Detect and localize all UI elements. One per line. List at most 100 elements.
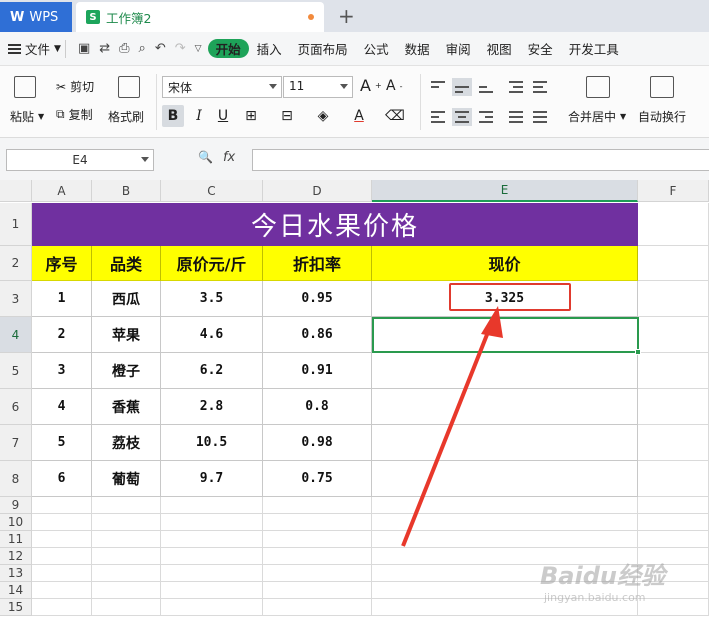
- wps-home-tab[interactable]: W WPS: [0, 2, 72, 32]
- empty-cell[interactable]: [638, 497, 709, 514]
- empty-cell[interactable]: [372, 531, 638, 548]
- undo-icon[interactable]: ↶: [155, 41, 166, 56]
- table-cell[interactable]: [638, 353, 709, 389]
- copy-button[interactable]: ⧉ 复制: [56, 106, 93, 123]
- table-cell[interactable]: 1: [32, 281, 92, 317]
- table-cell[interactable]: 10.5: [161, 425, 263, 461]
- font-size-select[interactable]: 11: [283, 76, 353, 98]
- cell-f1[interactable]: [638, 203, 709, 246]
- table-cell[interactable]: 6: [32, 461, 92, 497]
- select-all-corner[interactable]: [0, 180, 32, 202]
- export-icon[interactable]: ⇄: [99, 41, 110, 56]
- empty-cell[interactable]: [92, 599, 161, 616]
- header-cell[interactable]: 现价: [372, 246, 638, 281]
- italic-button[interactable]: I: [188, 105, 210, 127]
- empty-cell[interactable]: [32, 599, 92, 616]
- align-top-icon[interactable]: [428, 78, 448, 96]
- table-cell[interactable]: [372, 425, 638, 461]
- column-header-b[interactable]: B: [92, 180, 161, 202]
- redo-icon[interactable]: ↷: [175, 41, 186, 56]
- row-header-4[interactable]: 4: [0, 317, 32, 353]
- new-tab-button[interactable]: +: [338, 4, 355, 28]
- empty-cell[interactable]: [263, 497, 372, 514]
- format-painter-icon[interactable]: [118, 76, 140, 98]
- empty-cell[interactable]: [263, 599, 372, 616]
- row-header-12[interactable]: 12: [0, 548, 32, 565]
- distribute-icon[interactable]: [530, 108, 550, 126]
- empty-cell[interactable]: [263, 548, 372, 565]
- cell-style-icon[interactable]: ⊟: [276, 105, 298, 127]
- table-cell[interactable]: 2.8: [161, 389, 263, 425]
- menu-tab-data[interactable]: 数据: [397, 39, 438, 58]
- empty-cell[interactable]: [263, 514, 372, 531]
- column-header-c[interactable]: C: [161, 180, 263, 202]
- header-cell[interactable]: 折扣率: [263, 246, 372, 281]
- align-bottom-icon[interactable]: [476, 78, 496, 96]
- align-left-icon[interactable]: [428, 108, 448, 126]
- table-cell[interactable]: [372, 353, 638, 389]
- header-cell[interactable]: 序号: [32, 246, 92, 281]
- menu-tab-security[interactable]: 安全: [520, 39, 561, 58]
- column-header-a[interactable]: A: [32, 180, 92, 202]
- empty-cell[interactable]: [92, 565, 161, 582]
- empty-cell[interactable]: [638, 514, 709, 531]
- row-header-14[interactable]: 14: [0, 582, 32, 599]
- table-cell[interactable]: 橙子: [92, 353, 161, 389]
- row-header-15[interactable]: 15: [0, 599, 32, 616]
- empty-cell[interactable]: [638, 531, 709, 548]
- empty-cell[interactable]: [161, 599, 263, 616]
- menu-tab-formulas[interactable]: 公式: [356, 39, 397, 58]
- wrap-text-icon[interactable]: [650, 76, 674, 98]
- paste-button[interactable]: 粘贴 ▼: [10, 108, 44, 125]
- table-cell[interactable]: 0.95: [263, 281, 372, 317]
- menu-tab-developer[interactable]: 开发工具: [561, 39, 627, 58]
- empty-cell[interactable]: [161, 497, 263, 514]
- table-cell[interactable]: 西瓜: [92, 281, 161, 317]
- zoom-icon[interactable]: 🔍: [198, 150, 213, 165]
- empty-cell[interactable]: [161, 531, 263, 548]
- row-header-10[interactable]: 10: [0, 514, 32, 531]
- table-cell[interactable]: 6.2: [161, 353, 263, 389]
- border-icon[interactable]: ⊞: [240, 105, 262, 127]
- table-cell[interactable]: [638, 461, 709, 497]
- column-header-d[interactable]: D: [263, 180, 372, 202]
- row-header-7[interactable]: 7: [0, 425, 32, 461]
- grow-font-button[interactable]: A +: [360, 76, 382, 95]
- empty-cell[interactable]: [263, 531, 372, 548]
- fill-color-icon[interactable]: ◈: [312, 105, 334, 127]
- cell-f2[interactable]: [638, 246, 709, 281]
- file-menu[interactable]: 文件 ▼: [8, 39, 61, 58]
- table-cell[interactable]: 葡萄: [92, 461, 161, 497]
- column-header-f[interactable]: F: [638, 180, 709, 202]
- active-cell-e4[interactable]: [372, 317, 641, 355]
- row-header-11[interactable]: 11: [0, 531, 32, 548]
- table-cell[interactable]: [638, 317, 709, 353]
- table-cell[interactable]: 0.98: [263, 425, 372, 461]
- fill-handle[interactable]: [635, 349, 641, 355]
- empty-cell[interactable]: [161, 565, 263, 582]
- merge-cells-icon[interactable]: [586, 76, 610, 98]
- table-cell[interactable]: [638, 389, 709, 425]
- row-header-3[interactable]: 3: [0, 281, 32, 317]
- column-header-e[interactable]: E: [372, 180, 638, 202]
- empty-cell[interactable]: [372, 497, 638, 514]
- table-cell[interactable]: 2: [32, 317, 92, 353]
- header-cell[interactable]: 原价元/斤: [161, 246, 263, 281]
- table-cell[interactable]: 9.7: [161, 461, 263, 497]
- format-painter-button[interactable]: 格式刷: [108, 108, 144, 125]
- row-header-1[interactable]: 1: [0, 203, 32, 246]
- empty-cell[interactable]: [263, 582, 372, 599]
- empty-cell[interactable]: [32, 514, 92, 531]
- menu-tab-view[interactable]: 视图: [479, 39, 520, 58]
- decrease-indent-icon[interactable]: [506, 78, 526, 96]
- merge-center-button[interactable]: 合并居中 ▼: [568, 108, 626, 125]
- empty-cell[interactable]: [32, 531, 92, 548]
- empty-cell[interactable]: [161, 548, 263, 565]
- row-header-6[interactable]: 6: [0, 389, 32, 425]
- empty-cell[interactable]: [92, 514, 161, 531]
- table-cell[interactable]: 0.75: [263, 461, 372, 497]
- font-color-icon[interactable]: A: [348, 105, 370, 127]
- menu-tab-page-layout[interactable]: 页面布局: [290, 39, 356, 58]
- menu-tab-insert[interactable]: 插入: [249, 39, 290, 58]
- row-header-8[interactable]: 8: [0, 461, 32, 497]
